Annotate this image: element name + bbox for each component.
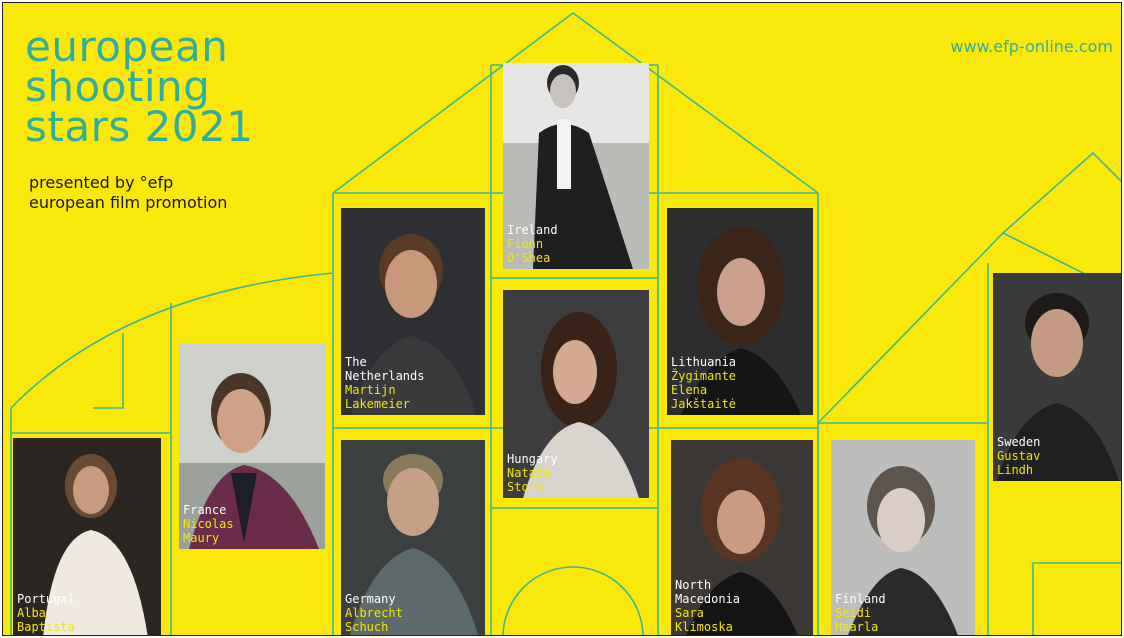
subtitle-line: presented by °efp (29, 173, 174, 192)
star-name: Schuch (345, 620, 389, 634)
star-caption: France Nicolas Maury (183, 503, 234, 545)
star-name: Nataša (507, 466, 551, 480)
country-label: Hungary (507, 452, 558, 466)
star-name: Žygimante (671, 369, 737, 383)
star-name: Lakemeier (345, 397, 411, 411)
country-label: North (675, 578, 712, 592)
country-label: France (183, 503, 227, 517)
star-name: Seidi (835, 606, 872, 620)
star-name: Jakštaitė (671, 397, 737, 411)
country-label: Finland (835, 592, 886, 606)
star-card-sweden: Sweden Gustav Lindh (993, 273, 1121, 481)
star-card-ireland: Ireland Fionn O'Shea (503, 63, 649, 269)
star-caption: Finland Seidi Haarla (835, 592, 886, 634)
poster-title: european shooting stars 2021 (25, 22, 254, 151)
presenter-credit: presented by °efp european film promotio… (29, 173, 227, 213)
country-label: Netherlands (345, 369, 425, 383)
star-name: Nicolas (183, 517, 234, 531)
star-card-portugal: Portugal Alba Baptista (13, 438, 161, 635)
star-card-netherlands: The Netherlands Martijn Lakemeier (341, 208, 485, 415)
star-name: Baptista (17, 620, 75, 634)
star-card-hungary: Hungary Nataša Stork (503, 290, 649, 498)
country-label: Ireland (507, 223, 558, 237)
title-line: european (25, 22, 229, 71)
star-caption: The Netherlands Martijn Lakemeier (345, 355, 424, 411)
subtitle-line: european film promotion (29, 193, 228, 212)
country-label: Lithuania (671, 355, 737, 369)
country-label: Portugal (17, 592, 75, 606)
star-name: Stork (507, 480, 544, 494)
country-label: Germany (345, 592, 396, 606)
star-card-finland: Finland Seidi Haarla (831, 440, 975, 635)
star-card-north-macedonia: North Macedonia Sara Klimoska (671, 440, 813, 635)
country-label: Sweden (997, 435, 1041, 449)
star-name: Gustav (997, 449, 1041, 463)
star-card-germany: Germany Albrecht Schuch (341, 440, 485, 635)
star-caption: Portugal Alba Baptista (17, 592, 75, 634)
country-label: The (345, 355, 367, 369)
star-card-france: France Nicolas Maury (179, 343, 325, 549)
star-caption: Germany Albrecht Schuch (345, 592, 403, 634)
star-name: Albrecht (345, 606, 403, 620)
star-name: O'Shea (507, 251, 551, 265)
star-name: Maury (183, 531, 220, 545)
poster: european shooting stars 2021 presented b… (2, 2, 1122, 636)
star-name: Alba (17, 606, 46, 620)
star-name: Martijn (345, 383, 396, 397)
star-card-lithuania: Lithuania Žygimante Elena Jakštaitė (667, 208, 813, 415)
country-label: Macedonia (675, 592, 741, 606)
star-name: Sara (675, 606, 704, 620)
star-caption: North Macedonia Sara Klimoska (675, 578, 740, 634)
star-name: Lindh (997, 463, 1034, 477)
star-name: Elena (671, 383, 708, 397)
star-caption: Hungary Nataša Stork (507, 452, 558, 494)
star-caption: Sweden Gustav Lindh (997, 435, 1040, 477)
title-line: shooting (25, 62, 211, 111)
website-link[interactable]: www.efp-online.com (950, 37, 1113, 56)
star-caption: Lithuania Žygimante Elena Jakštaitė (671, 355, 736, 411)
title-line: stars 2021 (25, 102, 254, 151)
star-name: Fionn (507, 237, 544, 251)
star-name: Haarla (835, 620, 879, 634)
star-caption: Ireland Fionn O'Shea (507, 223, 558, 265)
star-name: Klimoska (675, 620, 733, 634)
